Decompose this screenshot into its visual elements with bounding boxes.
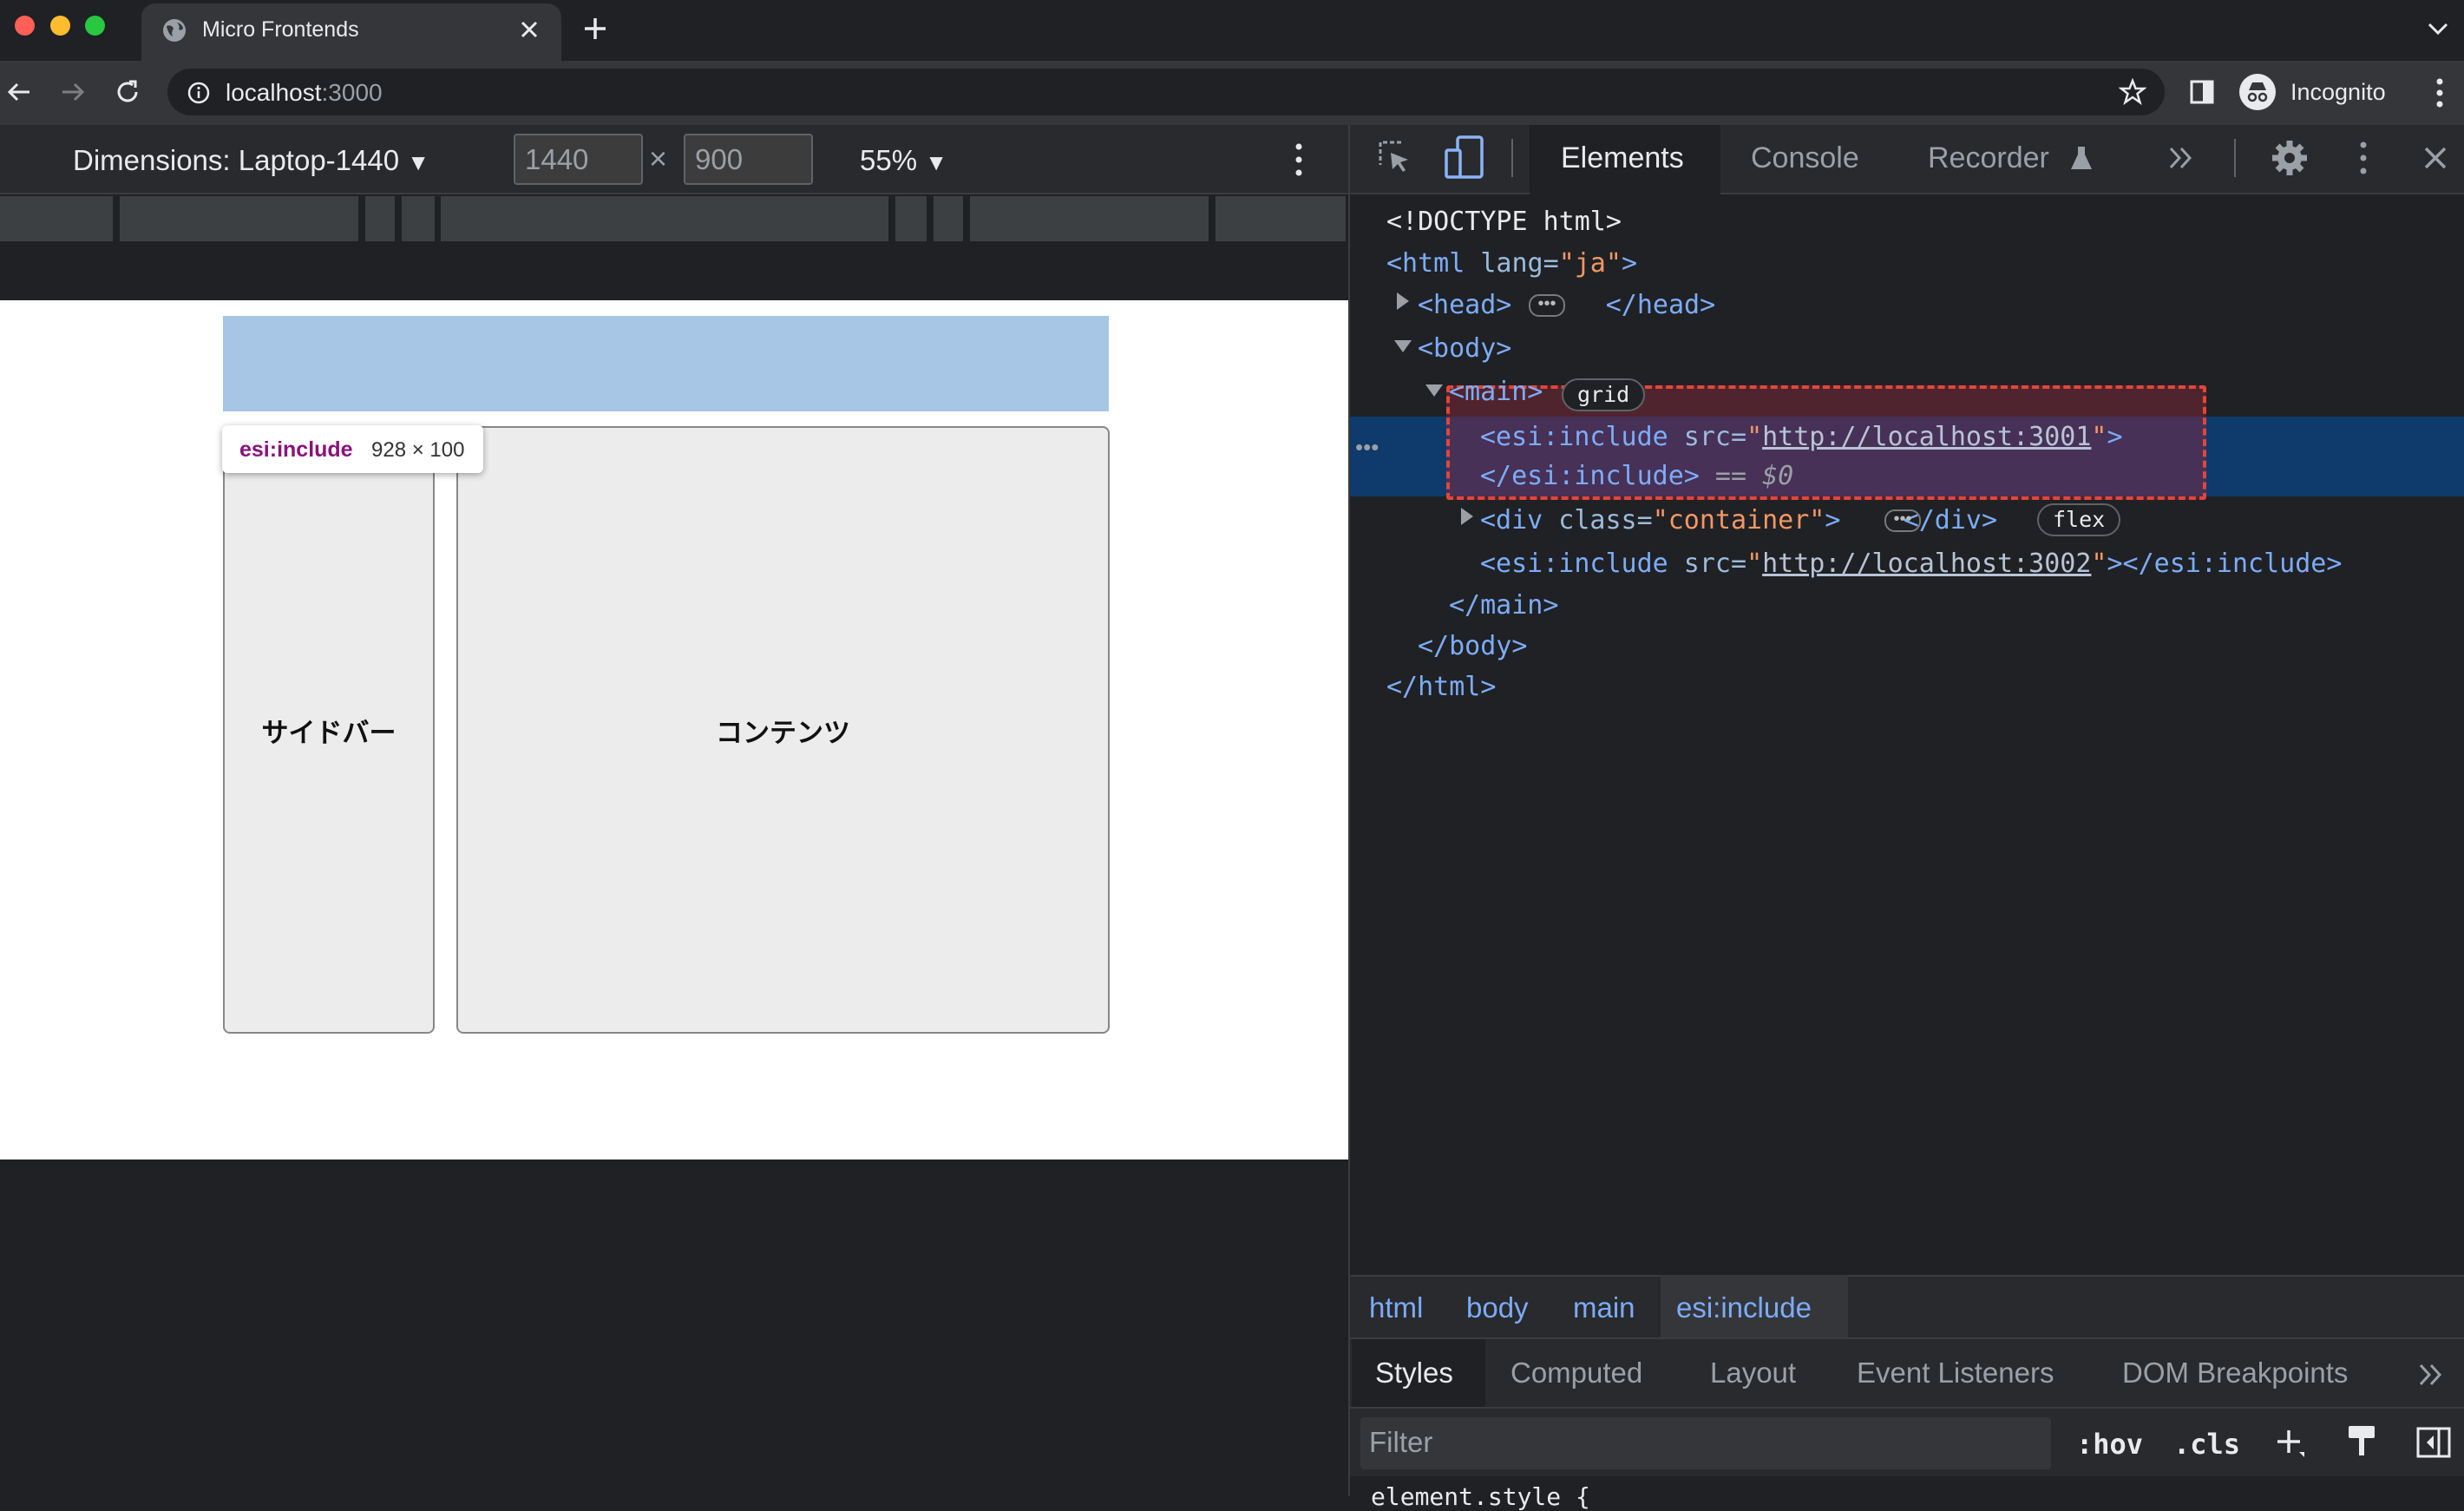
header-esi-include[interactable]: [223, 316, 1109, 411]
dom-esi-include-2[interactable]: <esi:include src="http://localhost:3002"…: [1480, 549, 2342, 579]
new-tab-icon[interactable]: [581, 15, 609, 43]
inspect-element-icon[interactable]: [1375, 139, 1413, 177]
device-toggle-icon[interactable]: [1444, 135, 1485, 180]
dom-tree-panel: [1350, 196, 2464, 1275]
zoom-dropdown[interactable]: 55% ▼: [860, 144, 947, 177]
back-icon[interactable]: [5, 78, 33, 106]
subtab-event-listeners[interactable]: Event Listeners: [1857, 1357, 2054, 1389]
tooltip-size: 928 × 100: [371, 438, 465, 462]
toggle-sidebar-icon[interactable]: [2416, 1427, 2451, 1458]
media-query-segment[interactable]: [402, 196, 435, 241]
media-query-segment[interactable]: [895, 196, 927, 241]
styles-filter-input[interactable]: Filter: [1360, 1417, 2051, 1469]
breadcrumb-main[interactable]: main: [1573, 1291, 1635, 1324]
expand-arrow-icon[interactable]: [1459, 507, 1475, 526]
media-query-segment[interactable]: [441, 196, 888, 241]
tab-elements-label[interactable]: Elements: [1561, 141, 1684, 175]
more-tabs-icon[interactable]: [2168, 146, 2194, 170]
close-tab-icon[interactable]: [518, 18, 541, 41]
width-input[interactable]: 1440: [514, 134, 643, 185]
media-query-segment[interactable]: [0, 196, 113, 241]
flask-icon: [2070, 145, 2093, 171]
media-query-segment[interactable]: [970, 196, 1209, 241]
dropdown-arrow-icon: ▼: [407, 149, 429, 175]
close-devtools-icon[interactable]: [2422, 145, 2448, 171]
paint-brush-icon[interactable]: [2345, 1423, 2378, 1458]
close-window-button[interactable]: [15, 16, 35, 36]
reload-icon[interactable]: [114, 78, 141, 106]
flex-badge[interactable]: flex: [2037, 503, 2121, 536]
device-toolbar-menu-icon[interactable]: [1294, 142, 1304, 177]
tooltip-tag-name: esi:include: [239, 437, 353, 462]
element-style-rule[interactable]: element.style {: [1371, 1482, 1590, 1511]
media-query-segment[interactable]: [934, 196, 963, 241]
esi2-src-link[interactable]: http://localhost:3002: [1762, 549, 2091, 579]
tab-title: Micro Frontends: [202, 17, 359, 42]
dom-main-open[interactable]: <main>: [1449, 377, 1543, 407]
forward-icon[interactable]: [59, 78, 87, 106]
subtab-computed[interactable]: Computed: [1511, 1357, 1642, 1389]
toolbar-divider: [1511, 139, 1513, 177]
height-input[interactable]: 900: [684, 134, 813, 185]
more-subtabs-icon[interactable]: [2418, 1363, 2444, 1387]
bookmark-star-icon[interactable]: [2119, 78, 2146, 106]
incognito-label: Incognito: [2290, 79, 2386, 105]
content-panel: コンテンツ: [456, 426, 1110, 1034]
dom-html-close[interactable]: </html>: [1386, 672, 1496, 702]
hov-toggle[interactable]: :hov: [2076, 1428, 2143, 1461]
globe-icon: [161, 17, 187, 43]
expand-arrow-icon[interactable]: [1395, 292, 1411, 311]
dom-head[interactable]: <head> </head>: [1418, 290, 1715, 320]
collapse-arrow-icon[interactable]: [1425, 383, 1444, 398]
dom-main-close[interactable]: </main>: [1449, 590, 1558, 621]
cls-toggle[interactable]: .cls: [2173, 1428, 2240, 1461]
sidebar-label: サイドバー: [261, 717, 396, 749]
side-panel-icon[interactable]: [2190, 80, 2214, 104]
subtab-layout[interactable]: Layout: [1710, 1357, 1796, 1389]
tab-recorder[interactable]: Recorder: [1928, 141, 2049, 175]
browser-menu-icon[interactable]: [2435, 77, 2445, 108]
media-query-segment[interactable]: [1216, 196, 1346, 241]
dropdown-arrow-icon: ▼: [925, 149, 947, 175]
sidebar-panel: サイドバー: [223, 426, 435, 1034]
minimize-window-button[interactable]: [50, 16, 70, 36]
new-style-rule-icon[interactable]: [2275, 1428, 2306, 1459]
maximize-window-button[interactable]: [85, 16, 105, 36]
subtab-styles[interactable]: Styles: [1375, 1357, 1453, 1389]
dom-esi-include-1[interactable]: <esi:include src="http://localhost:3001"…: [1480, 422, 2123, 452]
dimensions-dropdown[interactable]: Dimensions: Laptop-1440 ▼: [73, 144, 429, 177]
media-query-segment[interactable]: [120, 196, 358, 241]
dom-html-open[interactable]: <html lang="ja">: [1386, 248, 1637, 279]
breadcrumb-html[interactable]: html: [1369, 1291, 1423, 1324]
esi1-src-link[interactable]: http://localhost:3001: [1762, 422, 2091, 452]
grid-badge[interactable]: grid: [1562, 378, 1646, 411]
dom-doctype[interactable]: <!DOCTYPE html>: [1386, 207, 1622, 237]
media-query-segment[interactable]: [365, 196, 395, 241]
times-sign: ×: [649, 141, 668, 176]
breadcrumb-esi-include[interactable]: esi:include: [1676, 1291, 1812, 1324]
dom-body-open[interactable]: <body>: [1418, 333, 1511, 364]
collapsed-ellipsis[interactable]: •••: [1529, 294, 1565, 317]
dom-esi-include-1-close[interactable]: </esi:include> == $0: [1480, 461, 1793, 491]
collapse-arrow-icon[interactable]: [1393, 338, 1412, 354]
subtab-dom-breakpoints[interactable]: DOM Breakpoints: [2122, 1357, 2348, 1389]
incognito-icon[interactable]: [2238, 73, 2277, 111]
tab-console[interactable]: Console: [1751, 141, 1859, 175]
dom-body-close[interactable]: </body>: [1418, 631, 1527, 661]
toolbar-divider: [2234, 139, 2236, 177]
settings-gear-icon[interactable]: [2271, 139, 2309, 177]
address-bar[interactable]: [167, 69, 2165, 115]
info-icon[interactable]: [187, 81, 211, 105]
collapsed-ellipsis[interactable]: •••: [1884, 509, 1921, 532]
devtools-menu-icon[interactable]: [2358, 141, 2369, 175]
breadcrumb-body[interactable]: body: [1466, 1291, 1529, 1324]
row-actions-icon[interactable]: •••: [1355, 434, 1379, 461]
tab-search-chevron-icon[interactable]: [2427, 20, 2449, 37]
content-label: コンテンツ: [716, 717, 850, 749]
url-text: localhost:3000: [226, 79, 383, 106]
